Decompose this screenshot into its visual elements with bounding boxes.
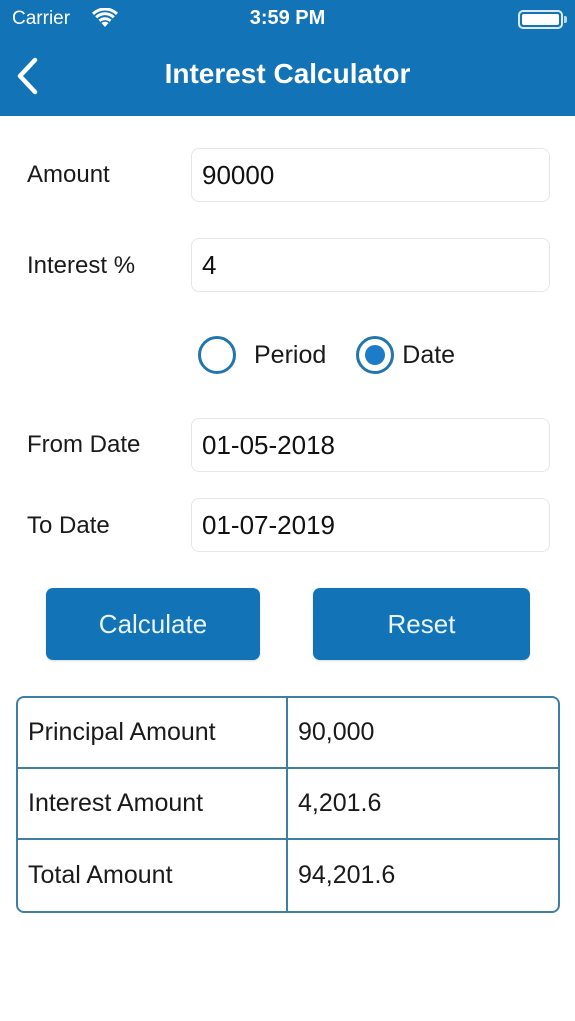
radio-date-circle[interactable] (356, 336, 395, 374)
amount-label: Amount (27, 161, 110, 188)
results-table: Principal Amount 90,000 Interest Amount … (16, 696, 560, 913)
radio-period-circle[interactable] (198, 336, 236, 374)
radio-date-label: Date (402, 340, 456, 369)
from-date-input[interactable] (191, 418, 550, 472)
radio-period[interactable]: Period (198, 336, 326, 374)
to-date-input[interactable] (191, 498, 550, 552)
from-date-label: From Date (27, 431, 141, 458)
interest-label: Interest % (27, 252, 136, 279)
calculate-button[interactable]: Calculate (46, 588, 260, 660)
battery-icon (518, 10, 563, 29)
reset-button[interactable]: Reset (313, 588, 530, 660)
radio-date[interactable]: Date (356, 336, 455, 374)
page-title: Interest Calculator (164, 58, 411, 89)
radio-period-label: Period (254, 340, 327, 369)
amount-input[interactable] (191, 148, 550, 202)
app-header: Carrier 3:59 PM Interest Calculator (0, 0, 575, 116)
to-date-label: To Date (27, 512, 110, 539)
principal-amount-value: 90,000 (298, 718, 375, 746)
total-amount-value: 94,201.6 (298, 861, 396, 889)
calculation-mode-radio-group: Period Date (198, 334, 455, 376)
total-amount-label: Total Amount (18, 840, 288, 911)
table-row: Principal Amount 90,000 (18, 698, 558, 769)
interest-input[interactable] (191, 238, 550, 292)
battery-tip (564, 16, 567, 23)
table-row: Interest Amount 4,201.6 (18, 769, 558, 840)
table-row: Total Amount 94,201.6 (18, 840, 558, 911)
status-bar: Carrier 3:59 PM (0, 0, 575, 40)
principal-amount-label: Principal Amount (18, 698, 288, 767)
clock: 3:59 PM (249, 7, 326, 29)
interest-amount-value: 4,201.6 (298, 789, 382, 817)
interest-amount-label: Interest Amount (18, 769, 288, 838)
